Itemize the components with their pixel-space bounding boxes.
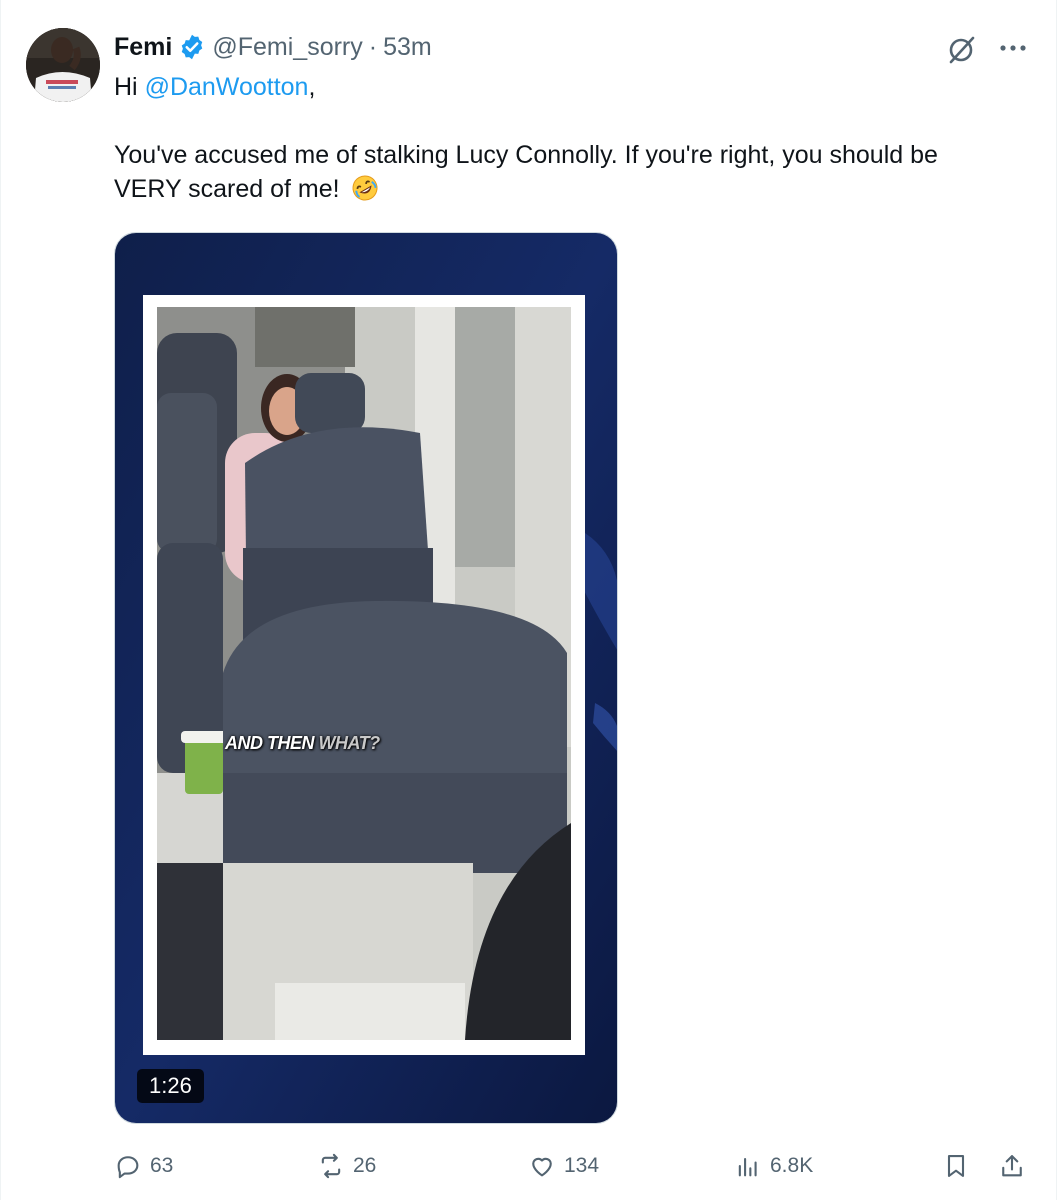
verified-badge-icon (178, 33, 206, 61)
author-handle[interactable]: @Femi_sorry (212, 33, 362, 62)
grok-icon[interactable] (946, 33, 978, 65)
repost-icon (321, 1153, 341, 1179)
greeting-suffix: , (308, 73, 316, 101)
greeting-prefix: Hi (114, 73, 145, 101)
mention-link[interactable]: @DanWootton (145, 73, 309, 101)
author-name[interactable]: Femi (114, 33, 172, 62)
tweet-header: Femi @Femi_sorry · 53m (114, 30, 432, 64)
caption-dim: WHAT? (318, 733, 381, 753)
like-count: 134 (564, 1154, 600, 1177)
more-icon[interactable] (997, 36, 1029, 60)
video-player[interactable]: AND THEN WHAT? 1:26 (114, 232, 618, 1124)
tweet-text: Hi @DanWootton, You've accused me of sta… (114, 70, 1034, 206)
like-icon (532, 1157, 552, 1177)
body-line-2-text: VERY scared of me! (114, 175, 347, 203)
tweet-card: Femi @Femi_sorry · 53m Hi @DanWootton, Y… (0, 0, 1057, 1200)
rolling-on-floor-laughing-emoji-icon (351, 174, 379, 202)
repost-button[interactable]: 26 (317, 1148, 376, 1184)
timestamp[interactable]: 53m (383, 33, 432, 62)
separator-dot: · (368, 32, 378, 61)
body-line-2: VERY scared of me! (114, 172, 1034, 206)
bookmark-icon (947, 1155, 965, 1177)
share-button[interactable] (998, 1148, 1034, 1184)
video-duration: 1:26 (137, 1069, 204, 1103)
share-icon (1002, 1155, 1022, 1177)
views-icon (738, 1157, 757, 1177)
reply-count: 63 (150, 1154, 174, 1177)
video-caption: AND THEN WHAT? (225, 733, 380, 754)
video-frame (115, 233, 617, 1123)
view-count: 6.8K (770, 1154, 814, 1177)
bookmark-button[interactable] (942, 1148, 978, 1184)
reply-button[interactable]: 63 (114, 1148, 173, 1184)
action-bar: 63 26 134 6.8K (114, 1148, 1034, 1184)
avatar[interactable] (26, 28, 100, 102)
like-button[interactable]: 134 (528, 1148, 599, 1184)
caption-bright: AND THEN (225, 733, 319, 753)
body-line-1: You've accused me of stalking Lucy Conno… (114, 141, 938, 169)
repost-count: 26 (353, 1154, 377, 1177)
greeting-line: Hi @DanWootton, (114, 70, 1034, 104)
views-button[interactable]: 6.8K (734, 1148, 813, 1184)
reply-icon (117, 1156, 139, 1179)
